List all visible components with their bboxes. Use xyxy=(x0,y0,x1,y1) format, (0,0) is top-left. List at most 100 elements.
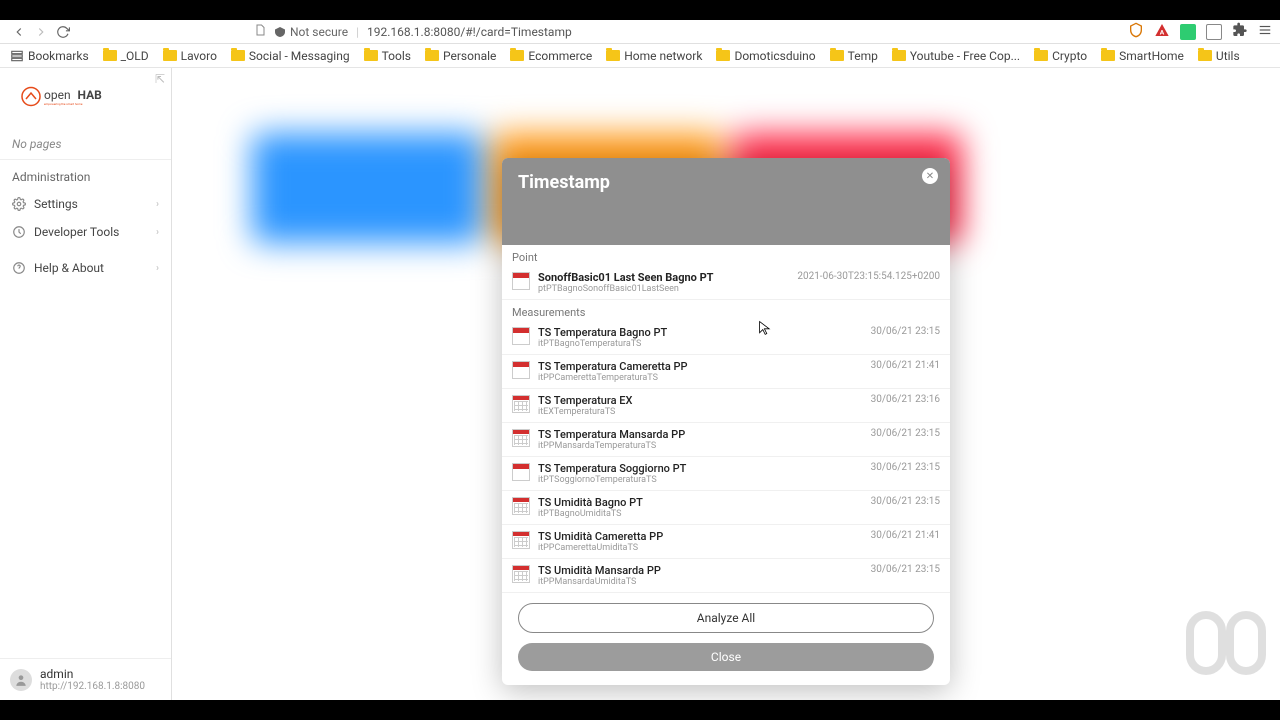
measurement-row[interactable]: TS Umidità Mansarda PPitPPMansardaUmidit… xyxy=(502,559,950,593)
measurement-row[interactable]: TS Temperatura Mansarda PPitPPMansardaTe… xyxy=(502,423,950,457)
avatar xyxy=(10,669,32,691)
point-sub: ptPTBagnoSonoffBasic01LastSeen xyxy=(538,284,789,294)
bookmark-item[interactable]: Social - Messaging xyxy=(231,49,350,63)
bookmark-item[interactable]: Crypto xyxy=(1034,49,1087,63)
measurement-row[interactable]: TS Temperatura EXitEXTemperaturaTS 30/06… xyxy=(502,389,950,423)
bookmark-item[interactable]: Ecommerce xyxy=(510,49,592,63)
point-section-label: Point xyxy=(502,245,950,266)
folder-icon xyxy=(716,50,730,61)
measurement-row[interactable]: TS Temperatura Bagno PTitPTBagnoTemperat… xyxy=(502,321,950,355)
sidebar-item-label: Help & About xyxy=(34,261,104,275)
back-button[interactable] xyxy=(8,21,30,43)
folder-icon xyxy=(830,50,844,61)
chevron-right-icon: › xyxy=(156,263,159,274)
user-url: http://192.168.1.8:8080 xyxy=(40,681,145,692)
browser-menu-icon[interactable] xyxy=(1258,23,1272,40)
bookmark-item[interactable]: Youtube - Free Cop... xyxy=(892,49,1020,63)
folder-icon xyxy=(1198,50,1212,61)
bookmark-item[interactable]: Temp xyxy=(830,49,878,63)
calendar-grid-icon xyxy=(512,395,530,413)
address-bar[interactable]: Not secure | 192.168.1.8:8080/#!/card=Ti… xyxy=(254,24,1128,39)
bookmark-page-icon[interactable] xyxy=(254,24,266,39)
measurement-row[interactable]: TS Umidità Cameretta PPitPPCamerettaUmid… xyxy=(502,525,950,559)
svg-text:empowering the smart home: empowering the smart home xyxy=(44,102,83,106)
calendar-grid-icon xyxy=(512,429,530,447)
folder-icon xyxy=(364,50,378,61)
close-button[interactable]: Close xyxy=(518,643,934,671)
folder-icon xyxy=(510,50,524,61)
folder-icon xyxy=(425,50,439,61)
folder-icon xyxy=(1034,50,1048,61)
bookmark-item[interactable]: SmartHome xyxy=(1101,49,1184,63)
point-row[interactable]: SonoffBasic01 Last Seen Bagno PT ptPTBag… xyxy=(502,266,950,300)
calendar-grid-icon xyxy=(512,531,530,549)
measurement-row[interactable]: TS Umidità Bagno PTitPTBagnoUmiditaTS 30… xyxy=(502,491,950,525)
sidebar-item-devtools[interactable]: Developer Tools › xyxy=(0,218,171,246)
bookmark-item[interactable]: Personale xyxy=(425,49,496,63)
calendar-grid-icon xyxy=(512,565,530,583)
calendar-icon xyxy=(512,272,530,290)
modal-title: Timestamp xyxy=(518,172,934,193)
extension-icon-1[interactable] xyxy=(1180,24,1196,40)
svg-text:A: A xyxy=(1160,29,1165,37)
measurement-row[interactable]: TS Temperatura Soggiorno PTitPTSoggiorno… xyxy=(502,457,950,491)
security-indicator[interactable]: Not secure xyxy=(274,25,348,39)
sidebar-item-settings[interactable]: Settings › xyxy=(0,190,171,218)
svg-text:HAB: HAB xyxy=(78,88,103,102)
warning-icon[interactable]: A xyxy=(1154,22,1170,41)
extensions-puzzle-icon[interactable] xyxy=(1232,22,1248,41)
user-name: admin xyxy=(40,667,145,681)
administration-section-label: Administration xyxy=(0,160,171,190)
no-pages-label: No pages xyxy=(0,129,171,160)
folder-icon xyxy=(606,50,620,61)
user-row[interactable]: admin http://192.168.1.8:8080 xyxy=(0,658,171,700)
folder-icon xyxy=(1101,50,1115,61)
calendar-icon xyxy=(512,463,530,481)
bookmarks-bar: Bookmarks _OLD Lavoro Social - Messaging… xyxy=(0,44,1280,68)
url-text: 192.168.1.8:8080/#!/card=Timestamp xyxy=(367,25,572,39)
analyze-all-button[interactable]: Analyze All xyxy=(518,603,934,633)
calendar-grid-icon xyxy=(512,497,530,515)
card-blue xyxy=(252,133,482,243)
chevron-right-icon: › xyxy=(156,199,159,210)
measurement-row[interactable]: TS Temperatura Cameretta PPitPPCameretta… xyxy=(502,355,950,389)
bookmark-item[interactable]: Domoticsduino xyxy=(716,49,815,63)
browser-chrome: Not secure | 192.168.1.8:8080/#!/card=Ti… xyxy=(0,20,1280,44)
timestamp-modal: Timestamp ✕ Point SonoffBasic01 Last See… xyxy=(502,158,950,685)
sidebar: ⇱ open HAB empowering the smart home No … xyxy=(0,68,172,700)
point-title: SonoffBasic01 Last Seen Bagno PT xyxy=(538,271,789,284)
calendar-icon xyxy=(512,327,530,345)
bookmark-item[interactable]: Utils xyxy=(1198,49,1240,63)
folder-icon xyxy=(231,50,245,61)
help-icon xyxy=(12,261,26,275)
shield-icon[interactable] xyxy=(1128,22,1144,41)
bookmark-item[interactable]: Bookmarks xyxy=(10,49,89,63)
point-value: 2021-06-30T23:15:54.125+0200 xyxy=(797,271,940,282)
folder-icon xyxy=(103,50,117,61)
watermark xyxy=(1186,610,1266,676)
devtools-icon xyxy=(12,225,26,239)
bookmark-item[interactable]: Tools xyxy=(364,49,411,63)
sidebar-item-help[interactable]: Help & About › xyxy=(0,254,171,282)
bookmark-item[interactable]: _OLD xyxy=(103,49,149,63)
bottom-bar xyxy=(0,700,1280,720)
openhab-logo[interactable]: open HAB empowering the smart home xyxy=(0,68,171,129)
main-content: Timestamp ✕ Point SonoffBasic01 Last See… xyxy=(172,68,1280,700)
window-titlebar xyxy=(0,0,1280,20)
calendar-icon xyxy=(512,361,530,379)
measurements-section-label: Measurements xyxy=(502,300,950,321)
not-secure-label: Not secure xyxy=(290,25,348,39)
bookmark-item[interactable]: Lavoro xyxy=(163,49,217,63)
svg-text:open: open xyxy=(44,88,71,102)
bookmark-item[interactable]: Home network xyxy=(606,49,702,63)
chevron-right-icon: › xyxy=(156,227,159,238)
extension-icon-2[interactable] xyxy=(1206,24,1222,40)
modal-header: Timestamp ✕ xyxy=(502,158,950,245)
sidebar-item-label: Developer Tools xyxy=(34,225,119,239)
modal-close-button[interactable]: ✕ xyxy=(922,168,938,184)
reload-button[interactable] xyxy=(52,21,74,43)
pin-icon[interactable]: ⇱ xyxy=(155,72,165,86)
folder-icon xyxy=(163,50,177,61)
gear-icon xyxy=(12,197,26,211)
forward-button[interactable] xyxy=(30,21,52,43)
